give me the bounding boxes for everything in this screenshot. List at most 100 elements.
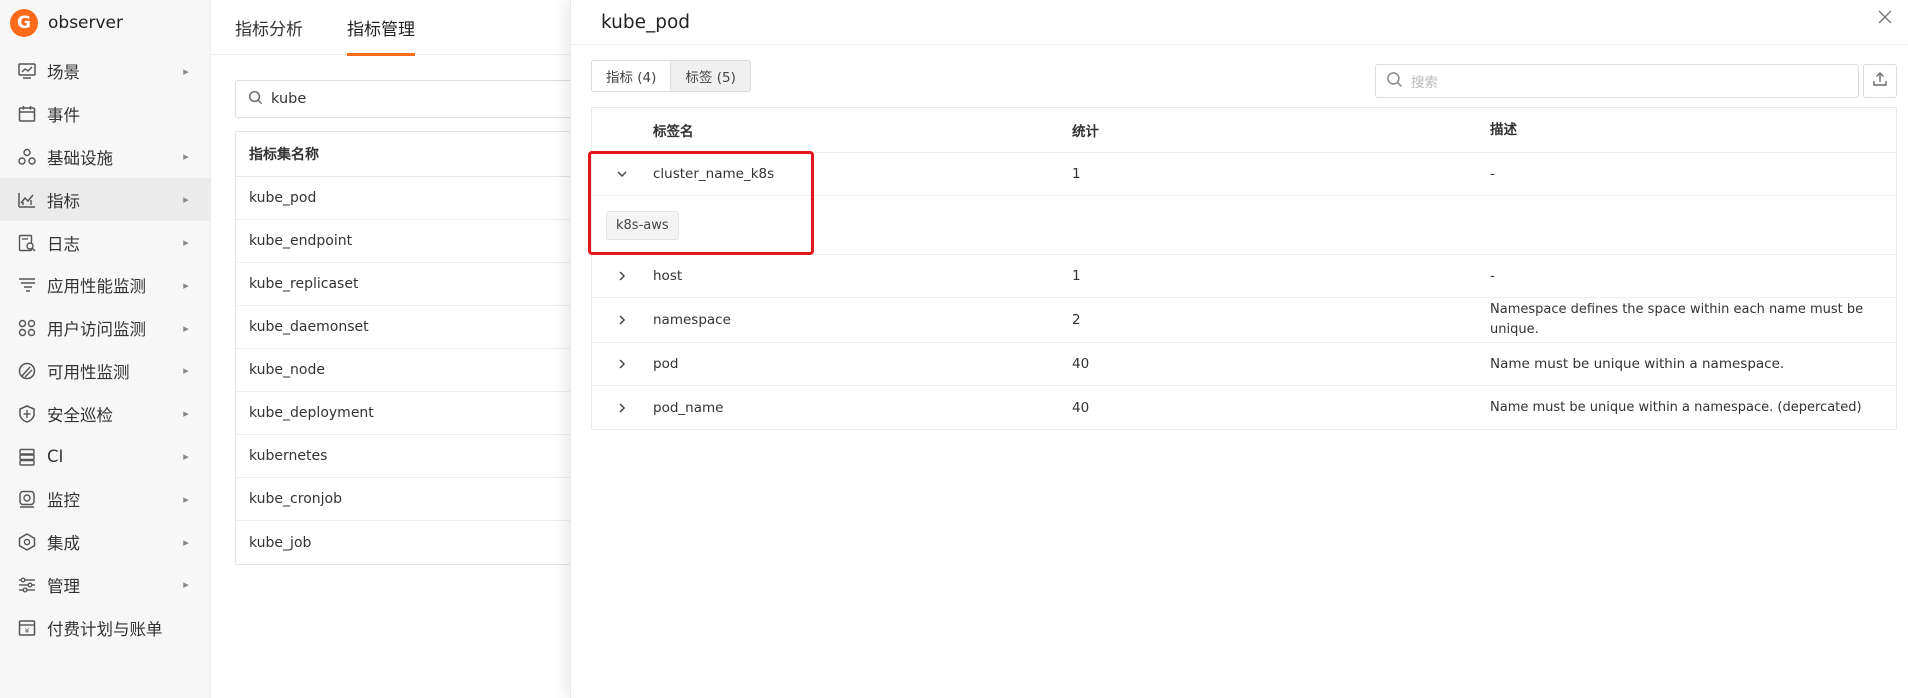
metric-set-detail-drawer: kube_pod 指标 (4) 标签 (5) 搜索 标签名 统计 描述 clus… (570, 0, 1908, 698)
sidebar-item-label: 应用性能监测 (47, 277, 146, 297)
sidebar-item-label: 基础设施 (47, 148, 113, 168)
sidebar-item-12[interactable]: 管理 ▸ (0, 564, 210, 607)
col-count: 统计 (1072, 124, 1099, 140)
sidebar-item-0[interactable]: 场景 ▸ (0, 50, 210, 93)
billing-icon: ¥ (16, 617, 38, 639)
sidebar-item-label: 用户访问监测 (47, 320, 146, 340)
chevron-right-icon[interactable] (612, 310, 632, 330)
tag-count: 40 (1072, 399, 1090, 416)
sidebar-item-label: 场景 (47, 63, 80, 83)
chevron-right-icon: ▸ (183, 278, 189, 292)
sidebar-item-9[interactable]: CI ▸ (0, 435, 210, 478)
chevron-right-icon: ▸ (183, 193, 189, 207)
tag-table: 标签名 统计 描述 cluster_name_k8s 1 - k8s-aws host 1… (591, 107, 1897, 430)
segment-metrics[interactable]: 指标 (4) (591, 60, 672, 92)
sidebar-item-label: 监控 (47, 491, 80, 511)
expand-cell (592, 164, 652, 184)
tag-name: pod_name (653, 399, 724, 416)
chevron-down-icon[interactable] (612, 164, 632, 184)
search-value: kube (271, 91, 307, 107)
sidebar-item-11[interactable]: 集成 ▸ (0, 521, 210, 564)
chevron-right-icon: ▸ (183, 64, 189, 78)
search-icon (1386, 71, 1403, 92)
integration-icon (16, 531, 38, 553)
chevron-right-icon: ▸ (183, 578, 189, 592)
metric-tag-switch: 指标 (4) 标签 (5) (591, 60, 751, 92)
tag-name: host (653, 268, 683, 284)
sidebar-item-label: 安全巡检 (47, 405, 113, 425)
logo-icon: G (10, 9, 38, 37)
sidebar-item-5[interactable]: 应用性能监测 ▸ (0, 264, 210, 307)
sidebar-item-1[interactable]: 事件 (0, 93, 210, 136)
sidebar-item-label: 事件 (47, 106, 80, 126)
sidebar-item-label: 指标 (47, 191, 80, 211)
sidebar-item-label: 日志 (47, 234, 80, 254)
sidebar: G observer 场景 ▸ 事件 基础设施 ▸ 指标 ▸ 日志 ▸ 应用性能监测 ▸ 用户访问监测… (0, 0, 211, 698)
sidebar-item-2[interactable]: 基础设施 ▸ (0, 136, 210, 179)
log-search-icon (16, 232, 38, 254)
tag-name: pod (653, 356, 679, 372)
drawer-header: kube_pod (571, 0, 1908, 45)
tag-row: host 1 - (592, 255, 1896, 298)
tag-description: Namespace defines the space within each … (1490, 302, 1864, 337)
chevron-right-icon: ▸ (183, 150, 189, 164)
chevron-right-icon: ▸ (183, 450, 189, 464)
sidebar-item-4[interactable]: 日志 ▸ (0, 221, 210, 264)
tag-row: cluster_name_k8s 1 - (592, 153, 1896, 196)
calendar-icon (16, 103, 38, 125)
tag-name: namespace (653, 312, 731, 328)
upload-icon (1872, 71, 1888, 91)
expand-cell (592, 266, 652, 286)
tab-metric-management[interactable]: 指标管理 (347, 0, 415, 56)
col-description: 描述 (1490, 122, 1517, 138)
chevron-right-icon[interactable] (612, 354, 632, 374)
sidebar-item-7[interactable]: 可用性监测 ▸ (0, 350, 210, 393)
tag-description: - (1490, 166, 1495, 182)
sidebar-item-label: 管理 (47, 576, 80, 596)
chevron-right-icon[interactable] (612, 266, 632, 286)
tag-table-header: 标签名 统计 描述 (592, 108, 1896, 153)
sidebar-item-label: 可用性监测 (47, 362, 130, 382)
sidebar-item-13[interactable]: ¥ 付费计划与账单 (0, 606, 210, 649)
sidebar-item-3[interactable]: 指标 ▸ (0, 178, 210, 222)
close-icon[interactable] (1874, 6, 1896, 28)
tag-search-input[interactable]: 搜索 (1375, 64, 1859, 98)
app-name: observer (48, 13, 124, 33)
tag-count: 2 (1072, 312, 1081, 328)
tag-description: Name must be unique within a namespace. … (1490, 399, 1862, 415)
hosts-icon (16, 146, 38, 168)
tag-name: cluster_name_k8s (653, 166, 775, 182)
tag-description: Name must be unique within a namespace. (1490, 356, 1785, 372)
tag-row: namespace 2 Namespace defines the space wi… (592, 298, 1896, 343)
search-icon (248, 90, 263, 109)
chevron-right-icon: ▸ (183, 535, 189, 549)
metrics-chart-icon (16, 189, 38, 211)
sidebar-item-6[interactable]: 用户访问监测 ▸ (0, 307, 210, 350)
search-placeholder: 搜索 (1411, 75, 1438, 91)
apm-icon (16, 274, 38, 296)
chevron-right-icon: ▸ (183, 321, 189, 335)
tab-metric-analysis[interactable]: 指标分析 (235, 0, 303, 55)
shield-icon (16, 403, 38, 425)
export-button[interactable] (1863, 64, 1897, 98)
chevron-right-icon: ▸ (183, 407, 189, 421)
brand[interactable]: G observer (0, 0, 210, 46)
drawer-title: kube_pod (601, 11, 691, 33)
monitor-icon (16, 488, 38, 510)
svg-text:¥: ¥ (25, 627, 30, 635)
sidebar-item-10[interactable]: 监控 ▸ (0, 478, 210, 521)
tag-count: 1 (1072, 268, 1081, 284)
sidebar-item-8[interactable]: 安全巡检 ▸ (0, 392, 210, 435)
tag-count: 1 (1072, 166, 1081, 182)
chevron-right-icon: ▸ (183, 364, 189, 378)
dial-icon (16, 360, 38, 382)
chevron-right-icon[interactable] (612, 398, 632, 418)
sliders-icon (16, 574, 38, 596)
tag-values-area: k8s-aws (592, 196, 1896, 255)
expand-cell (592, 354, 652, 374)
tag-value-chip[interactable]: k8s-aws (606, 210, 679, 240)
segment-tags[interactable]: 标签 (5) (671, 60, 751, 92)
expand-cell (592, 398, 652, 418)
chevron-right-icon: ▸ (183, 236, 189, 250)
chevron-right-icon: ▸ (183, 492, 189, 506)
